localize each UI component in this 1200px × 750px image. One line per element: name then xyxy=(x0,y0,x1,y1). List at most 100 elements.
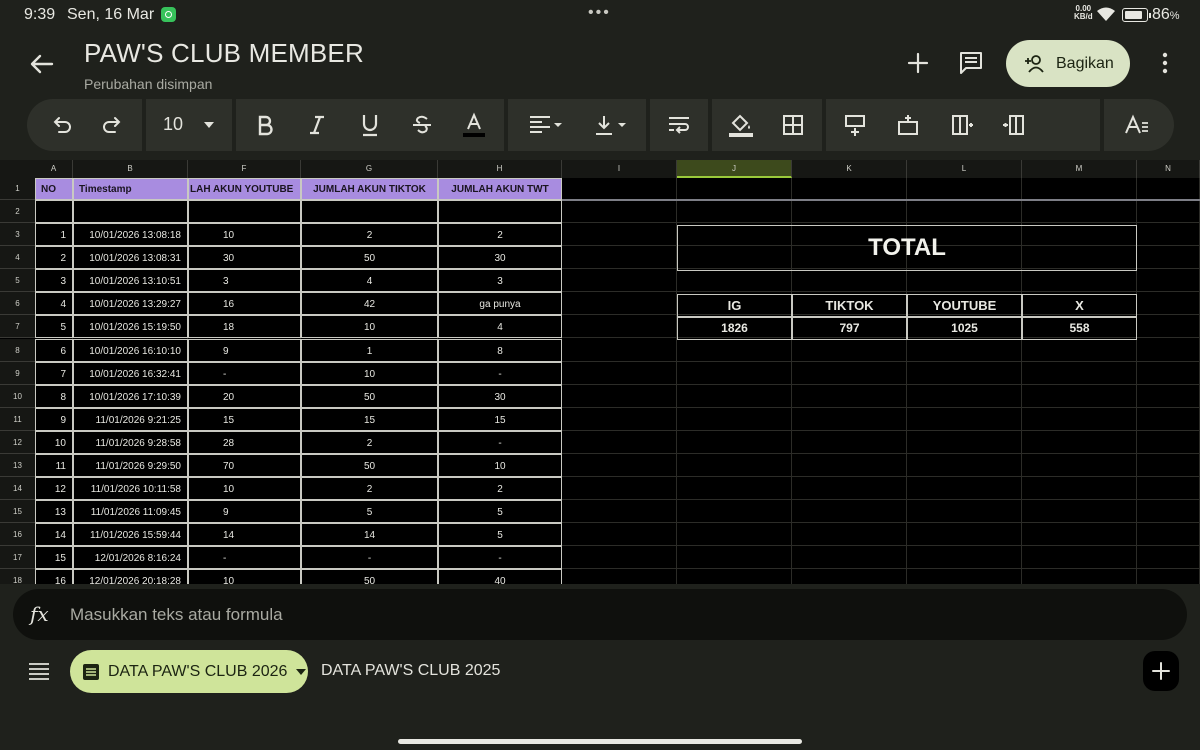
data-cell[interactable]: 2 xyxy=(301,431,438,454)
document-title[interactable]: PAW'S CLUB MEMBER xyxy=(84,38,364,69)
horizontal-align-button[interactable] xyxy=(526,110,566,140)
data-cell[interactable]: 11/01/2026 9:29:50 xyxy=(73,454,188,477)
data-cell[interactable]: 1 xyxy=(35,223,73,246)
empty-cell[interactable] xyxy=(301,200,438,223)
row-header-18[interactable]: 18 xyxy=(0,569,35,584)
data-cell[interactable]: 11 xyxy=(35,454,73,477)
data-cell[interactable]: 7 xyxy=(35,362,73,385)
empty-cell[interactable] xyxy=(438,200,562,223)
row-header-3[interactable]: 3 xyxy=(0,223,35,246)
total-label-youtube[interactable]: YOUTUBE xyxy=(907,294,1022,317)
row-header-9[interactable]: 9 xyxy=(0,362,35,385)
data-cell[interactable]: 4 xyxy=(35,292,73,315)
data-cell[interactable]: 10/01/2026 16:32:41 xyxy=(73,362,188,385)
column-header-f[interactable]: F xyxy=(188,160,301,178)
data-cell[interactable]: 14 xyxy=(301,523,438,546)
data-cell[interactable]: - xyxy=(188,546,301,569)
data-cell[interactable]: - xyxy=(301,546,438,569)
data-cell[interactable]: 5 xyxy=(438,523,562,546)
row-header-13[interactable]: 13 xyxy=(0,454,35,477)
row-header-10[interactable]: 10 xyxy=(0,385,35,408)
data-cell[interactable]: - xyxy=(438,546,562,569)
bold-button[interactable] xyxy=(250,110,280,140)
data-cell[interactable]: 12 xyxy=(35,477,73,500)
data-cell[interactable]: 10/01/2026 16:10:10 xyxy=(73,339,188,362)
column-header-j[interactable]: J xyxy=(677,160,792,178)
formula-input[interactable]: Masukkan teks atau formula xyxy=(70,605,283,625)
data-cell[interactable]: 10 xyxy=(188,569,301,584)
row-header-2[interactable]: 2 xyxy=(0,200,35,223)
data-cell[interactable]: 50 xyxy=(301,569,438,584)
data-cell[interactable]: - xyxy=(188,362,301,385)
data-cell[interactable]: 10 xyxy=(35,431,73,454)
row-header-8[interactable]: 8 xyxy=(0,339,35,362)
row-header-4[interactable]: 4 xyxy=(0,246,35,269)
text-format-panel-button[interactable] xyxy=(1122,110,1152,140)
insert-row-above-button[interactable] xyxy=(840,110,870,140)
data-cell[interactable]: 10/01/2026 13:10:51 xyxy=(73,269,188,292)
total-label-tiktok[interactable]: TIKTOK xyxy=(792,294,907,317)
data-cell[interactable]: 9 xyxy=(188,500,301,523)
data-cell[interactable]: 70 xyxy=(188,454,301,477)
data-cell[interactable]: 15 xyxy=(438,408,562,431)
column-header-b[interactable]: B xyxy=(73,160,188,178)
data-cell[interactable]: 30 xyxy=(188,246,301,269)
data-cell[interactable]: 2 xyxy=(301,223,438,246)
row-header-16[interactable]: 16 xyxy=(0,523,35,546)
data-cell[interactable]: 18 xyxy=(188,315,301,338)
italic-button[interactable] xyxy=(302,110,332,140)
data-cell[interactable]: 4 xyxy=(438,315,562,338)
data-cell[interactable]: 16 xyxy=(188,292,301,315)
header-cell-b[interactable]: Timestamp xyxy=(73,178,188,200)
empty-cell[interactable] xyxy=(35,200,73,223)
data-cell[interactable]: - xyxy=(438,362,562,385)
column-header-h[interactable]: H xyxy=(438,160,562,178)
borders-button[interactable] xyxy=(778,110,808,140)
data-cell[interactable]: 30 xyxy=(438,385,562,408)
data-cell[interactable]: 9 xyxy=(188,339,301,362)
data-cell[interactable]: 2 xyxy=(301,477,438,500)
data-cell[interactable]: 5 xyxy=(35,315,73,338)
header-cell-h[interactable]: JUMLAH AKUN TWT xyxy=(438,178,562,200)
data-cell[interactable]: 10/01/2026 15:19:50 xyxy=(73,315,188,338)
data-cell[interactable]: 4 xyxy=(301,269,438,292)
underline-button[interactable] xyxy=(355,110,385,140)
data-cell[interactable]: 30 xyxy=(438,246,562,269)
data-cell[interactable]: 8 xyxy=(35,385,73,408)
data-cell[interactable]: 11/01/2026 9:28:58 xyxy=(73,431,188,454)
data-cell[interactable]: 16 xyxy=(35,569,73,584)
data-cell[interactable]: 2 xyxy=(35,246,73,269)
data-cell[interactable]: 3 xyxy=(438,269,562,292)
data-cell[interactable]: 50 xyxy=(301,385,438,408)
column-header-n[interactable]: N xyxy=(1137,160,1200,178)
spreadsheet-grid[interactable]: ABFGHIJKLMN 1 2 3 4 5 6 7 8 9 10 11 12 13 14 15 16 17 18 … xyxy=(0,160,1200,584)
add-sheet-button[interactable] xyxy=(1143,651,1179,691)
data-cell[interactable]: 10/01/2026 13:08:31 xyxy=(73,246,188,269)
data-cell[interactable]: 14 xyxy=(35,523,73,546)
data-cell[interactable]: 50 xyxy=(301,454,438,477)
column-header-g[interactable]: G xyxy=(301,160,438,178)
total-label-x[interactable]: X xyxy=(1022,294,1137,317)
data-cell[interactable]: 11/01/2026 15:59:44 xyxy=(73,523,188,546)
share-button[interactable]: Bagikan xyxy=(1006,40,1130,87)
data-cell[interactable]: 6 xyxy=(35,339,73,362)
column-header-i[interactable]: I xyxy=(562,160,677,178)
row-header-11[interactable]: 11 xyxy=(0,408,35,431)
data-cell[interactable]: 2 xyxy=(438,477,562,500)
undo-button[interactable] xyxy=(47,110,77,140)
data-cell[interactable]: 12/01/2026 8:16:24 xyxy=(73,546,188,569)
data-cell[interactable]: 9 xyxy=(35,408,73,431)
data-cell[interactable]: 40 xyxy=(438,569,562,584)
data-cell[interactable]: 13 xyxy=(35,500,73,523)
total-value-ig[interactable]: 1826 xyxy=(677,317,792,340)
data-cell[interactable]: 42 xyxy=(301,292,438,315)
strikethrough-button[interactable] xyxy=(407,110,437,140)
data-cell[interactable]: 3 xyxy=(188,269,301,292)
data-cell[interactable]: ga punya xyxy=(438,292,562,315)
text-color-button[interactable] xyxy=(459,110,489,140)
header-cell-g[interactable]: JUMLAH AKUN TIKTOK xyxy=(301,178,438,200)
empty-cell[interactable] xyxy=(188,200,301,223)
empty-cell[interactable] xyxy=(73,200,188,223)
sheet-tab-active[interactable]: DATA PAW'S CLUB 2026 xyxy=(70,650,308,693)
data-cell[interactable]: 10 xyxy=(438,454,562,477)
